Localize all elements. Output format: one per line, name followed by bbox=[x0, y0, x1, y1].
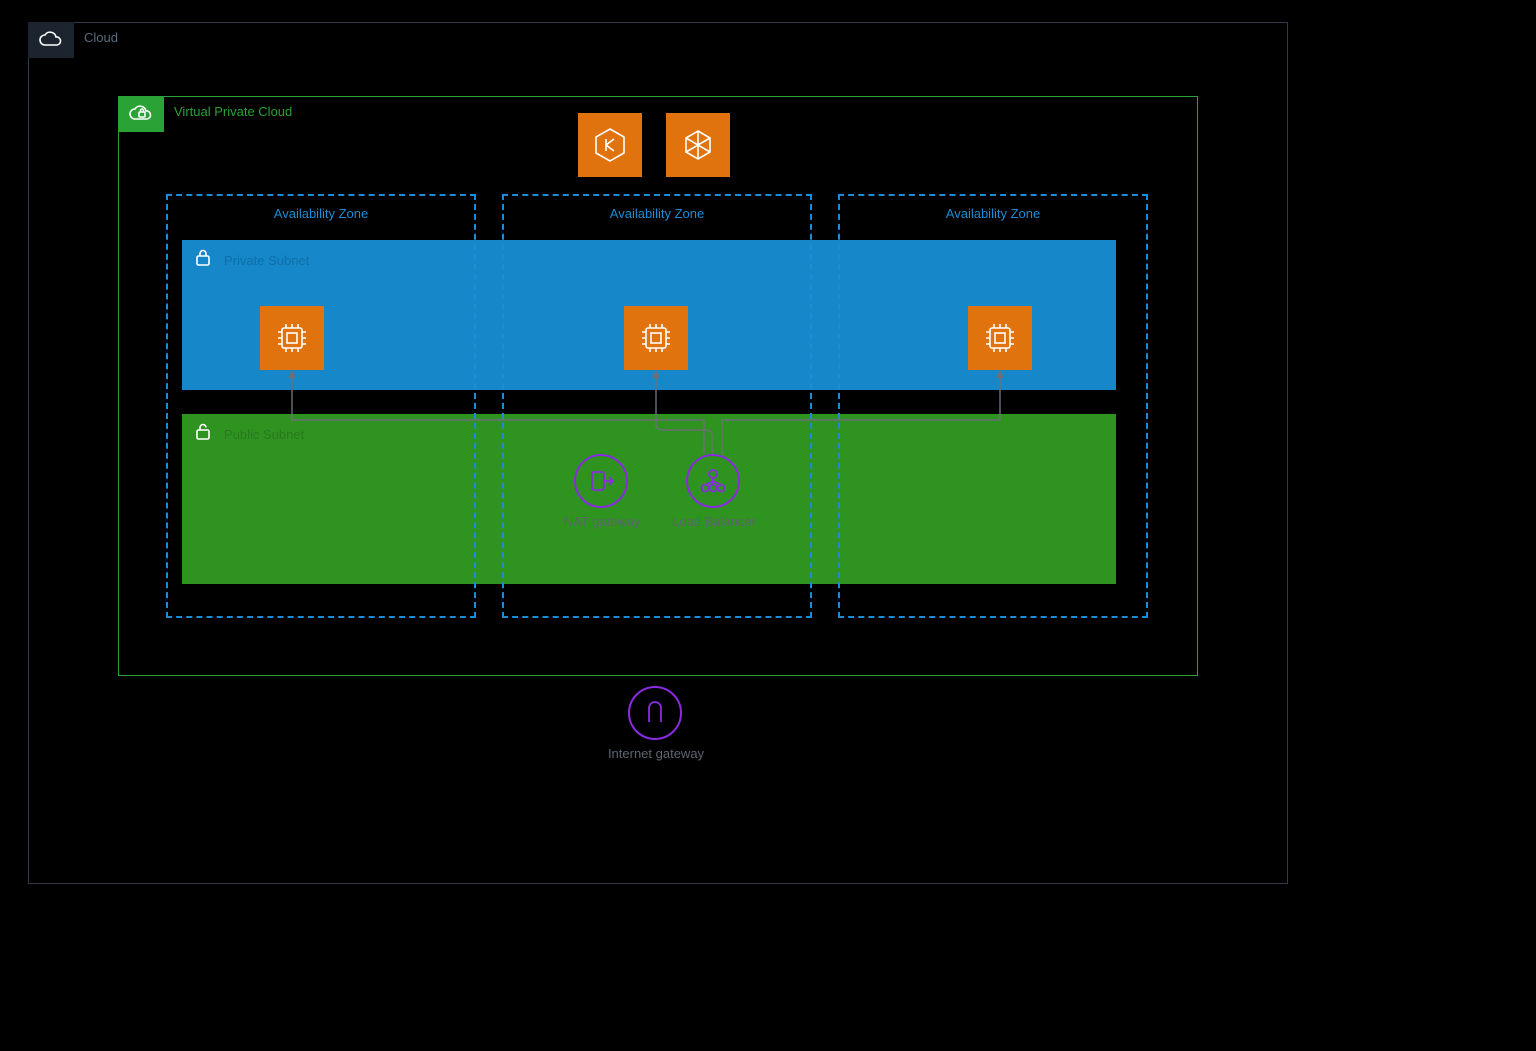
internet-gateway-icon bbox=[628, 686, 682, 740]
architecture-diagram: Cloud Virtual Private Cloud Private Subn… bbox=[0, 0, 1536, 1051]
nat-gateway-icon bbox=[574, 454, 628, 508]
availability-zone-3: Availability Zone bbox=[838, 194, 1148, 618]
az-label: Availability Zone bbox=[168, 206, 474, 221]
ec2-instance-icon bbox=[968, 306, 1032, 370]
ec2-service-icon bbox=[666, 113, 730, 177]
load-balancer-icon bbox=[686, 454, 740, 508]
vpc-icon bbox=[118, 96, 164, 132]
nat-gateway-label: NAT gateway bbox=[542, 514, 662, 530]
cloud-icon bbox=[28, 22, 74, 58]
az-label: Availability Zone bbox=[504, 206, 810, 221]
az-label: Availability Zone bbox=[840, 206, 1146, 221]
ec2-instance-icon bbox=[260, 306, 324, 370]
availability-zone-1: Availability Zone bbox=[166, 194, 476, 618]
internet-gateway-label: Internet gateway bbox=[596, 746, 716, 762]
eks-service-icon bbox=[578, 113, 642, 177]
vpc-label: Virtual Private Cloud bbox=[174, 104, 292, 119]
cloud-label: Cloud bbox=[84, 30, 118, 45]
ec2-instance-icon bbox=[624, 306, 688, 370]
availability-zone-2: Availability Zone bbox=[502, 194, 812, 618]
load-balancer-label: Load Balancer bbox=[654, 514, 774, 530]
